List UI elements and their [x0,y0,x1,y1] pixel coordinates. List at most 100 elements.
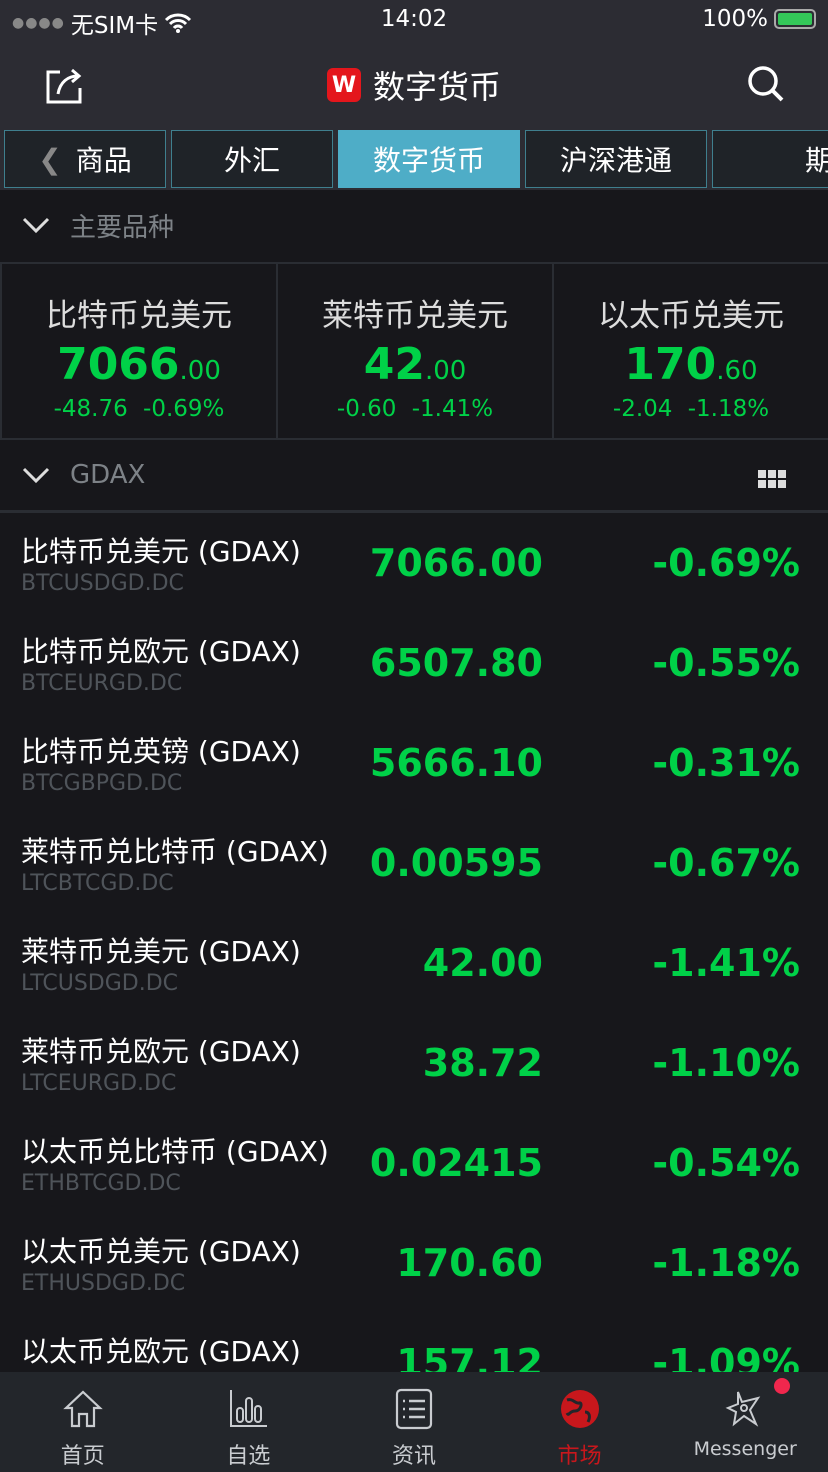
price: 42.00 [422,941,543,985]
table-row[interactable]: 莱特币兑欧元 (GDAX) LTCEURGD.DC 38.72 -1.10% [0,1013,828,1113]
chevron-down-icon [22,467,50,484]
tab-label: 外汇 [223,144,280,177]
home-icon [63,1390,103,1428]
instrument-code: LTCUSDGD.DC [21,971,179,996]
price: 5666.10 [369,741,543,785]
card-change: -0.60 -1.41% [336,396,494,422]
instrument-code: BTCGBPGD.DC [21,771,183,796]
instrument-name: 比特币兑欧元 (GDAX) [21,635,301,668]
price: 157.12 [396,1341,543,1372]
battery-percent: 100% [702,6,768,32]
card-price: 170.60 [624,339,758,390]
table-row[interactable]: 莱特币兑美元 (GDAX) LTCUSDGD.DC 42.00 -1.41% [0,913,828,1013]
section-main-header[interactable]: 主要品种 [0,190,828,260]
quote-list[interactable]: 比特币兑美元 (GDAX) BTCUSDGD.DC 7066.00 -0.69% 比特币… [0,510,828,1372]
tab-label: 自选 [226,1444,271,1469]
messenger-icon [725,1391,761,1427]
status-bar: ●●●● 无SIM卡 14:02 100% [0,0,828,40]
news-icon [395,1388,433,1430]
price: 7066.00 [369,541,543,585]
change-percent: -0.55% [652,641,800,685]
section-gdax-header[interactable]: GDAX [0,440,828,510]
instrument-code: ETHBTCGD.DC [21,1171,181,1196]
page-title: 数字货币 [372,68,501,106]
tab-messenger[interactable]: Messenger [662,1372,828,1472]
section-title: GDAX [70,460,146,490]
card-change: -48.76 -0.69% [53,396,225,422]
globe-icon [560,1390,599,1428]
card-name: 莱特币兑美元 [322,298,508,334]
grid-view-icon[interactable] [758,470,786,488]
card-name: 以太币兑美元 [598,298,784,334]
instrument-name: 比特币兑英镑 (GDAX) [21,735,301,768]
price: 38.72 [422,1041,543,1085]
chevron-down-icon [22,217,50,234]
tab-label: 商品 [75,144,132,177]
nav-bar: W 数字货币 [0,40,828,128]
chart-icon [230,1390,268,1427]
chevron-left-icon[interactable]: ❮ [38,143,61,176]
app-logo: W [326,68,361,102]
card-price: 42.00 [363,339,467,390]
tab-watchlist[interactable]: 自选 [166,1372,332,1472]
instrument-code: BTCEURGD.DC [21,671,183,696]
instrument-code: BTCUSDGD.DC [21,571,184,596]
section-title: 主要品种 [70,212,175,243]
table-row[interactable]: 莱特币兑比特币 (GDAX) LTCBTCGD.DC 0.00595 -0.67% [0,813,828,913]
tab-forex[interactable]: 外汇 [171,130,333,188]
tab-commodities[interactable]: ❮ 商品 [4,130,166,188]
instrument-name: 莱特币兑美元 (GDAX) [21,935,301,968]
change-percent: -0.69% [652,541,800,585]
card-change: -2.04 -1.18% [612,396,770,422]
price: 0.00595 [369,841,543,885]
tab-label: 市场 [557,1444,602,1469]
instrument-name: 以太币兑欧元 (GDAX) [21,1335,301,1368]
table-row[interactable]: 比特币兑英镑 (GDAX) BTCGBPGD.DC 5666.10 -0.31% [0,713,828,813]
instrument-code: LTCEURGD.DC [21,1071,177,1096]
quote-card[interactable]: 以太币兑美元 170.60 -2.04 -1.18% [552,264,828,438]
tab-label: Messenger [693,1438,797,1460]
change-percent: -1.09% [652,1341,800,1372]
tab-label: 期指 [804,144,828,177]
table-row[interactable]: 比特币兑欧元 (GDAX) BTCEURGD.DC 6507.80 -0.55% [0,613,828,713]
change-percent: -1.41% [652,941,800,985]
search-icon[interactable] [746,64,786,104]
tab-bar: 首页 自选 资讯 市场 Messenger [0,1372,828,1472]
tab-market[interactable]: 市场 [497,1372,663,1472]
table-row[interactable]: 以太币兑美元 (GDAX) ETHUSDGD.DC 170.60 -1.18% [0,1213,828,1313]
notification-badge [773,1378,790,1394]
card-name: 比特币兑美元 [46,298,232,334]
price: 0.02415 [369,1141,543,1185]
change-percent: -1.18% [652,1241,800,1285]
table-row[interactable]: 以太币兑比特币 (GDAX) ETHBTCGD.DC 0.02415 -0.54% [0,1113,828,1213]
quote-card[interactable]: 比特币兑美元 7066.00 -48.76 -0.69% [0,264,276,438]
tab-futures-index[interactable]: 期指 [712,130,828,188]
instrument-name: 以太币兑比特币 (GDAX) [21,1135,329,1168]
change-percent: -0.67% [652,841,800,885]
tab-label: 资讯 [391,1444,436,1469]
instrument-name: 莱特币兑比特币 (GDAX) [21,835,329,868]
battery-icon [774,9,816,29]
instrument-name: 莱特币兑欧元 (GDAX) [21,1035,301,1068]
table-row[interactable]: 比特币兑美元 (GDAX) BTCUSDGD.DC 7066.00 -0.69% [0,513,828,613]
category-tabs: ❮ 商品 外汇 数字货币 沪深港通 期指 [0,128,828,190]
price: 170.60 [396,1241,543,1285]
main-quotes: 比特币兑美元 7066.00 -48.76 -0.69% 莱特币兑美元 42.00 -0… [0,262,828,440]
tab-home[interactable]: 首页 [0,1372,166,1472]
tab-stock-connect[interactable]: 沪深港通 [525,130,707,188]
tab-label: 沪深港通 [559,144,672,177]
instrument-code: LTCBTCGD.DC [21,871,174,896]
quote-card[interactable]: 莱特币兑美元 42.00 -0.60 -1.41% [276,264,552,438]
instrument-name: 以太币兑美元 (GDAX) [21,1235,301,1268]
instrument-name: 比特币兑美元 (GDAX) [21,535,301,568]
tab-news[interactable]: 资讯 [331,1372,497,1472]
instrument-code: ETHUSDGD.DC [21,1271,186,1296]
tab-crypto[interactable]: 数字货币 [338,130,520,188]
tab-label: 数字货币 [372,144,485,177]
card-price: 7066.00 [57,339,221,390]
change-percent: -1.10% [652,1041,800,1085]
tab-label: 首页 [60,1444,105,1469]
table-row[interactable]: 以太币兑欧元 (GDAX)ETHEURGD.DC157.12-1.09% [0,1313,828,1372]
change-percent: -0.31% [652,741,800,785]
change-percent: -0.54% [652,1141,800,1185]
